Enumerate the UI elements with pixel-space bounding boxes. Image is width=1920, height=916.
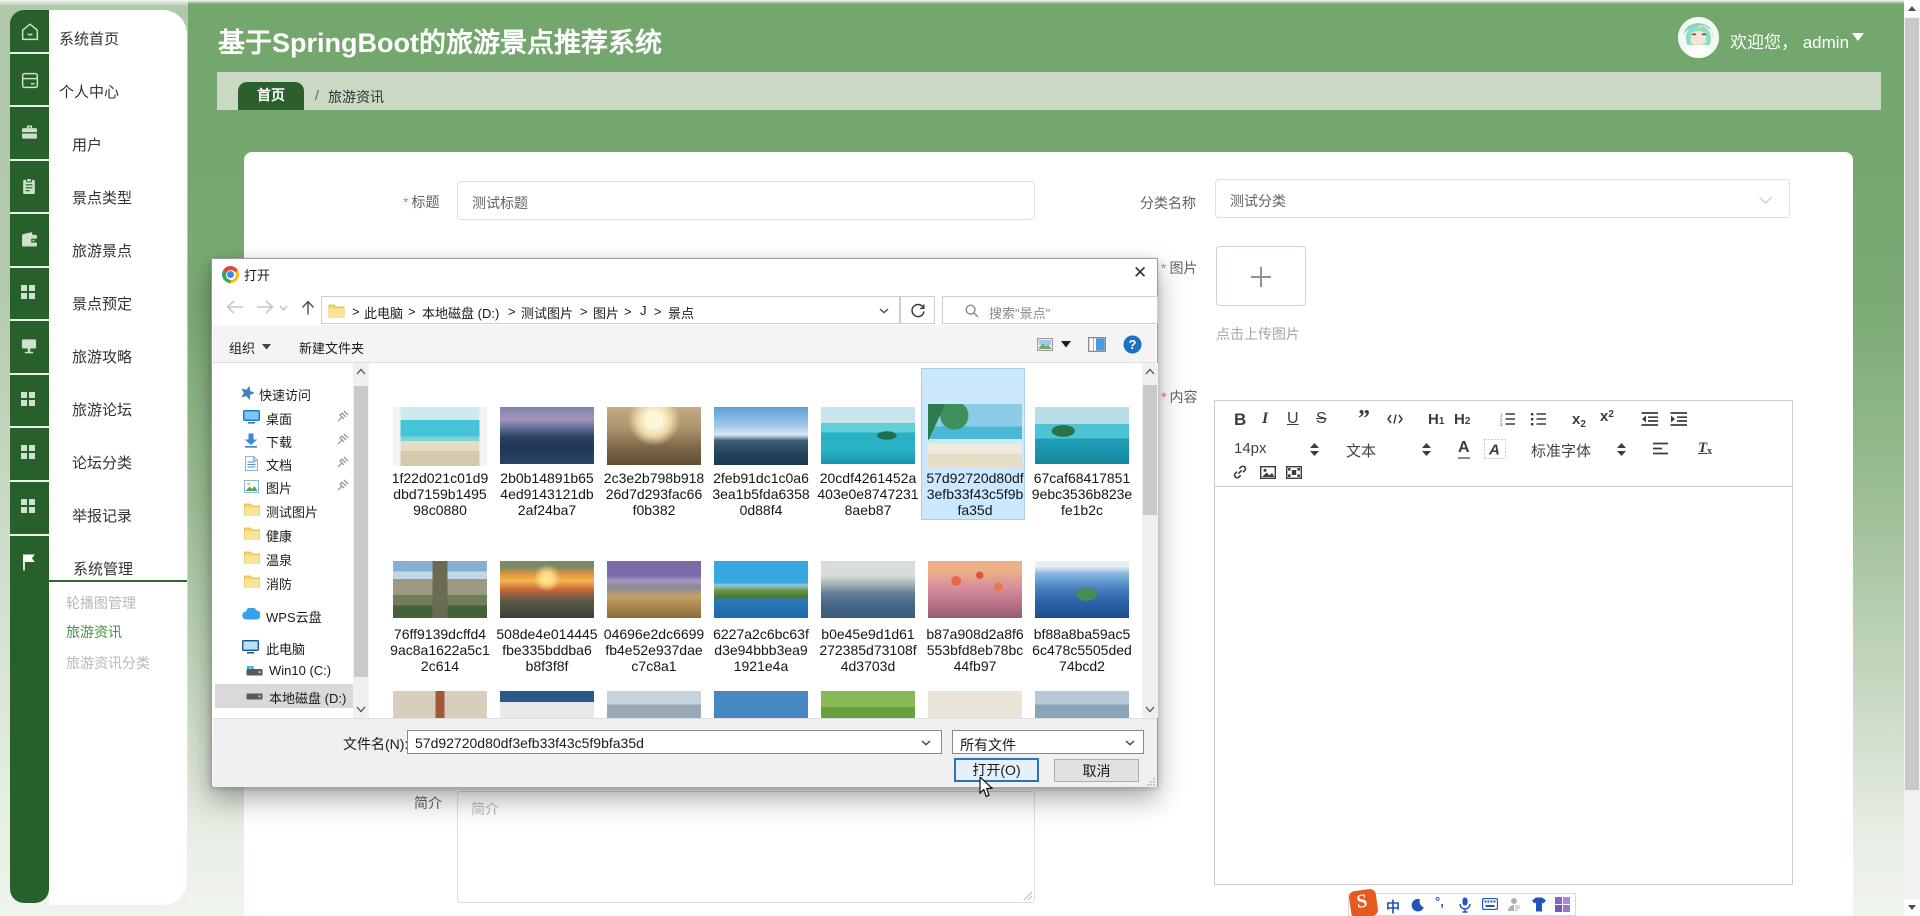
svg-text:3: 3 [1500,422,1503,426]
svg-text:?: ? [1129,337,1137,352]
svg-text:A: A [1488,442,1500,459]
